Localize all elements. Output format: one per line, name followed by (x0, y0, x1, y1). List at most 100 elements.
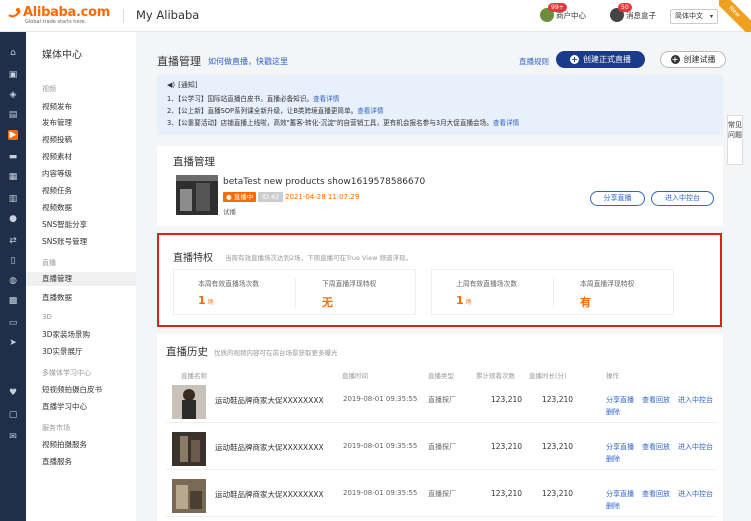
menu-item-video-data[interactable]: 视频数据 (42, 202, 72, 213)
menu-item-video-material[interactable]: 视频素材 (42, 151, 72, 162)
console-link[interactable]: 进入中控台 (678, 395, 713, 405)
share-link[interactable]: 分享直播 (606, 442, 634, 452)
plus-icon: + (670, 55, 680, 64)
shield-icon[interactable]: ◈ (8, 90, 18, 100)
column-header: 直播时长(分) (529, 372, 567, 380)
menu-item-live-manage[interactable]: 直播管理 (26, 272, 136, 286)
notice-detail-link[interactable]: 查看详情 (493, 119, 519, 127)
avatar: 99+ (540, 3, 567, 22)
alibaba-smile-icon (8, 8, 21, 18)
cart-icon[interactable]: ▤ (8, 110, 18, 120)
live-status-badge: ● 直播中 (223, 192, 257, 202)
send-icon[interactable]: ➤ (8, 338, 18, 348)
menu-item-content-level[interactable]: 内容等级 (42, 168, 72, 179)
grid-icon[interactable]: ▦ (8, 172, 18, 182)
notice-detail-link[interactable]: 查看详情 (313, 95, 339, 103)
notice-head-label: [通知] (178, 81, 198, 89)
menu-item-whitepaper[interactable]: 短视频拍摄白皮书 (42, 384, 102, 395)
replay-link[interactable]: 查看回放 (642, 489, 670, 499)
last-week-count-label: 上周有效直播场次数 (456, 280, 518, 288)
menu-item-live-data[interactable]: 直播数据 (42, 292, 72, 303)
live-rules-link[interactable]: 直播规则 (519, 56, 549, 67)
logo-text: Alibaba.com (23, 5, 110, 20)
create-live-label: 创建正式直播 (583, 55, 631, 64)
menu-item-3d-showroom[interactable]: 3D实景展厅 (42, 346, 83, 357)
console-link[interactable]: 进入中控台 (678, 489, 713, 499)
create-live-button[interactable]: + 创建正式直播 (556, 51, 645, 68)
mail-icon[interactable]: ✉ (8, 432, 18, 442)
new-ribbon: New (719, 0, 751, 32)
delete-link[interactable]: 删除 (606, 501, 620, 511)
icon-rail: ⌂ ▣ ◈ ▤ ▶ ▬ ▦ ▥ ● ⇄ ▯ ◍ ▩ ▭ ➤ ♥ ▢ ✉ (0, 32, 26, 521)
enter-console-button[interactable]: 进入中控台 (651, 191, 714, 206)
divider (123, 9, 124, 23)
row-thumbnail[interactable] (172, 385, 206, 419)
console-link[interactable]: 进入中控台 (678, 442, 713, 452)
duration-cell: 123,210 (542, 395, 574, 404)
divider (553, 278, 554, 308)
language-value: 简体中文 (675, 12, 703, 20)
replay-link[interactable]: 查看回放 (642, 395, 670, 405)
menu-group-live: 直播 (42, 259, 56, 267)
message-box[interactable]: 50 消息盒子 (610, 3, 656, 22)
alibaba-logo[interactable]: Alibaba.com Global trade starts here. (8, 5, 120, 27)
live-guide-link[interactable]: 如何做直播，快戳这里 (208, 56, 288, 67)
menu-item-publish-manage[interactable]: 发布管理 (42, 117, 72, 128)
duration-cell: 123,210 (542, 489, 574, 498)
menu-item-live-service[interactable]: 直播服务 (42, 456, 72, 467)
delete-link[interactable]: 删除 (606, 407, 620, 417)
this-week-count: 1场 (198, 294, 214, 307)
menu-item-video-publish[interactable]: 视频发布 (42, 101, 72, 112)
menu-item-video-service[interactable]: 视频拍摄服务 (42, 439, 87, 450)
table-row: 运动鞋品牌商家大促XXXXXXXX 2019-08-01 09:35:55 直播… (166, 381, 717, 423)
row-thumbnail[interactable] (172, 479, 206, 513)
share-link[interactable]: 分享直播 (606, 489, 634, 499)
doc-icon[interactable]: ▯ (8, 256, 18, 266)
heart-icon[interactable]: ♥ (8, 388, 18, 398)
notice-head: ◀) [通知] (167, 80, 198, 90)
chevron-down-icon: ▾ (709, 13, 713, 20)
live-name-cell: 运动鞋品牌商家大促XXXXXXXX (215, 490, 324, 499)
replay-link[interactable]: 查看回放 (642, 442, 670, 452)
chat-icon[interactable]: ▬ (8, 152, 18, 162)
menu-item-sns-account[interactable]: SNS账号管理 (42, 236, 87, 247)
delete-link[interactable]: 删除 (606, 454, 620, 464)
live-manage-title: 直播管理 (173, 156, 215, 168)
notice-detail-link[interactable]: 查看详情 (357, 107, 383, 115)
notice-line: 3、【公重要活动】店铺直播上线啦，高效"蓄客-转化-沉淀"的自营销工具，更有机会… (167, 117, 519, 127)
user-icon[interactable]: ● (8, 214, 18, 224)
table-row: 运动鞋品牌商家大促XXXXXXXX 2019-08-01 09:35:55 直播… (166, 475, 717, 517)
this-week-float: 有 (580, 296, 591, 309)
menu-item-live-learning[interactable]: 直播学习中心 (42, 401, 87, 412)
menu-group-services: 服务市场 (42, 424, 70, 432)
chart-icon[interactable]: ▥ (8, 194, 18, 204)
live-thumbnail[interactable] (176, 175, 218, 215)
menu-item-video-submit[interactable]: 视频投稿 (42, 134, 72, 145)
transfer-icon[interactable]: ⇄ (8, 236, 18, 246)
create-trial-button[interactable]: + 创建试播 (660, 51, 726, 68)
user-center[interactable]: 99+ 商户中心 (540, 3, 586, 22)
language-select[interactable]: 简体中文 ▾ (670, 9, 718, 24)
share-link[interactable]: 分享直播 (606, 395, 634, 405)
live-id-badge: ID:42 (258, 192, 284, 202)
notice-text: 3、【公重要活动】店铺直播上线啦，高效"蓄客-转化-沉淀"的自营销工具，更有机会… (167, 119, 493, 127)
media-icon[interactable]: ▶ (8, 130, 18, 140)
lock-icon[interactable]: ▩ (8, 296, 18, 306)
menu-item-3d-scene[interactable]: 3D家装场景购 (42, 329, 90, 340)
bag-icon[interactable]: ▢ (8, 410, 18, 420)
shop-icon[interactable]: ▣ (8, 70, 18, 80)
home-icon[interactable]: ⌂ (8, 48, 18, 58)
user-badge: 99+ (548, 3, 567, 12)
menu-item-video-task[interactable]: 视频任务 (42, 185, 72, 196)
top-bar: Alibaba.com Global trade starts here. My… (0, 0, 751, 32)
menu-item-sns-share[interactable]: SNS智能分享 (42, 219, 87, 230)
views-cell: 123,210 (491, 489, 523, 498)
share-live-button[interactable]: 分享直播 (590, 191, 645, 206)
row-thumbnail[interactable] (172, 432, 206, 466)
duration-cell: 123,210 (542, 442, 574, 451)
bank-icon[interactable]: ▭ (8, 318, 18, 328)
privilege-title: 直播特权 (173, 253, 213, 264)
globe-icon[interactable]: ◍ (8, 276, 18, 286)
live-time-cell: 2019-08-01 09:35:55 (343, 489, 418, 497)
faq-tab[interactable]: 常见问题 (727, 115, 743, 165)
